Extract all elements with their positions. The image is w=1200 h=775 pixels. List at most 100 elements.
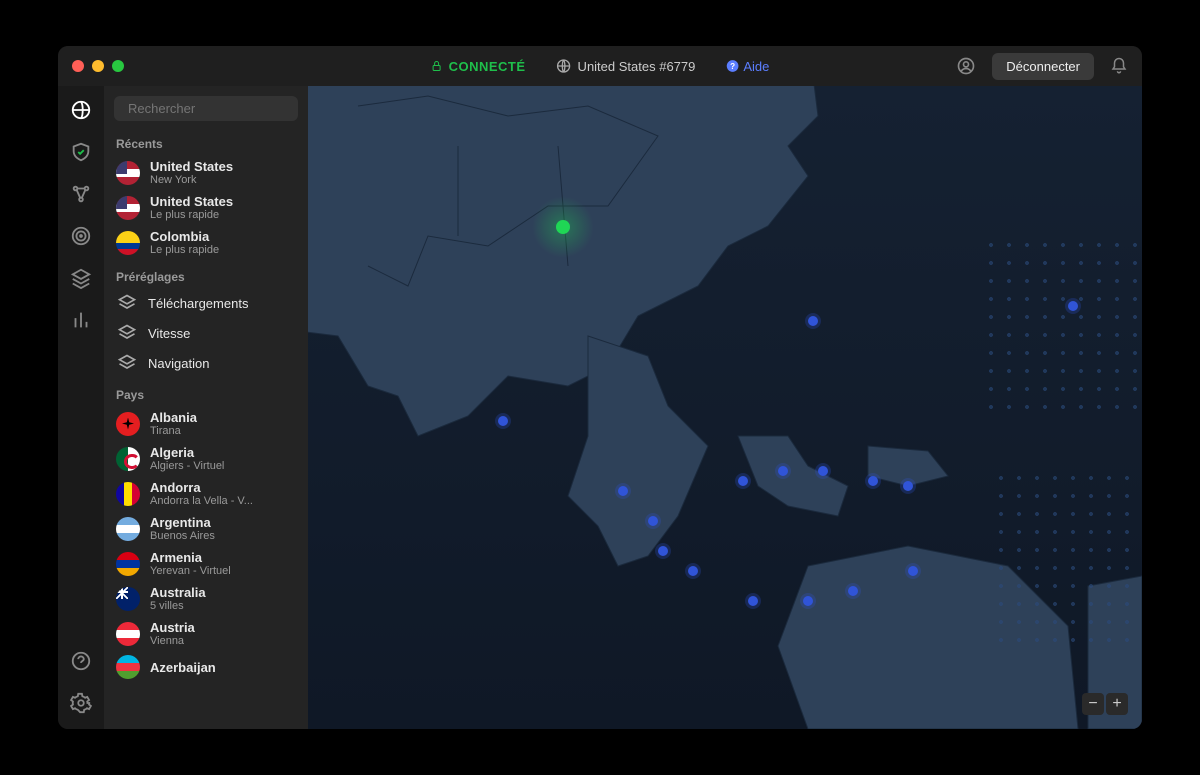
connection-status: CONNECTÉ bbox=[431, 59, 526, 74]
server-list[interactable]: Récents United StatesNew YorkUnited Stat… bbox=[104, 127, 308, 729]
server-title: United States bbox=[150, 159, 233, 174]
flag-icon bbox=[116, 412, 140, 436]
main-body: Récents United StatesNew YorkUnited Stat… bbox=[58, 86, 1142, 729]
layers-icon bbox=[116, 292, 138, 314]
minimize-icon[interactable] bbox=[92, 60, 104, 72]
server-title: United States bbox=[150, 194, 233, 209]
server-item[interactable]: Azerbaijan bbox=[110, 651, 304, 683]
titlebar-right: Déconnecter bbox=[956, 53, 1128, 80]
server-item[interactable]: AlgeriaAlgiers - Virtuel bbox=[110, 441, 304, 476]
svg-text:?: ? bbox=[730, 62, 735, 71]
preset-title: Téléchargements bbox=[148, 296, 248, 311]
server-text: United States #6779 bbox=[578, 59, 696, 74]
close-icon[interactable] bbox=[72, 60, 84, 72]
server-item[interactable]: ArmeniaYerevan - Virtuel bbox=[110, 546, 304, 581]
server-subtitle: Andorra la Vella - V... bbox=[150, 495, 253, 507]
server-subtitle: 5 villes bbox=[150, 600, 206, 612]
server-item[interactable]: AndorraAndorra la Vella - V... bbox=[110, 476, 304, 511]
app-window: CONNECTÉ United States #6779 ? Aide Déco… bbox=[58, 46, 1142, 729]
nav-rail bbox=[58, 86, 104, 729]
server-dot[interactable] bbox=[748, 596, 758, 606]
server-item[interactable]: AlbaniaTirana bbox=[110, 406, 304, 441]
disconnect-button[interactable]: Déconnecter bbox=[992, 53, 1094, 80]
section-countries: Pays bbox=[110, 378, 304, 406]
server-subtitle: Algiers - Virtuel bbox=[150, 460, 224, 472]
zoom-in-button[interactable]: + bbox=[1106, 693, 1128, 715]
server-subtitle: Le plus rapide bbox=[150, 209, 233, 221]
flag-icon bbox=[116, 552, 140, 576]
lock-icon bbox=[431, 60, 443, 72]
flag-icon bbox=[116, 196, 140, 220]
globe-icon bbox=[556, 58, 572, 74]
server-title: Australia bbox=[150, 585, 206, 600]
server-title: Azerbaijan bbox=[150, 660, 216, 675]
flag-icon bbox=[116, 587, 140, 611]
map-view[interactable]: − + bbox=[308, 86, 1142, 729]
titlebar: CONNECTÉ United States #6779 ? Aide Déco… bbox=[58, 46, 1142, 86]
search-input[interactable] bbox=[128, 101, 304, 116]
help-link[interactable]: ? Aide bbox=[725, 59, 769, 74]
server-item[interactable]: AustriaVienna bbox=[110, 616, 304, 651]
server-title: Colombia bbox=[150, 229, 219, 244]
zoom-out-button[interactable]: − bbox=[1082, 693, 1104, 715]
server-item[interactable]: Australia5 villes bbox=[110, 581, 304, 616]
help-icon: ? bbox=[725, 59, 739, 73]
server-title: Austria bbox=[150, 620, 195, 635]
search-box[interactable] bbox=[114, 96, 298, 121]
server-dot[interactable] bbox=[498, 416, 508, 426]
nav-shield-icon[interactable] bbox=[69, 140, 93, 164]
bell-icon[interactable] bbox=[1110, 57, 1128, 75]
server-dot[interactable] bbox=[868, 476, 878, 486]
flag-icon bbox=[116, 447, 140, 471]
server-item[interactable]: United StatesNew York bbox=[110, 155, 304, 190]
server-dot[interactable] bbox=[908, 566, 918, 576]
flag-icon bbox=[116, 482, 140, 506]
section-presets: Préréglages bbox=[110, 260, 304, 288]
fullscreen-icon[interactable] bbox=[112, 60, 124, 72]
profile-icon[interactable] bbox=[956, 56, 976, 76]
nav-settings-icon[interactable] bbox=[69, 691, 93, 715]
server-dot[interactable] bbox=[738, 476, 748, 486]
server-dot[interactable] bbox=[808, 316, 818, 326]
preset-item[interactable]: Vitesse bbox=[110, 318, 304, 348]
flag-icon bbox=[116, 161, 140, 185]
server-dot[interactable] bbox=[818, 466, 828, 476]
preset-title: Navigation bbox=[148, 356, 209, 371]
server-subtitle: Vienna bbox=[150, 635, 195, 647]
traffic-lights bbox=[72, 60, 124, 72]
server-item[interactable]: ArgentinaBuenos Aires bbox=[110, 511, 304, 546]
server-subtitle: Tirana bbox=[150, 425, 197, 437]
server-dot[interactable] bbox=[688, 566, 698, 576]
preset-item[interactable]: Navigation bbox=[110, 348, 304, 378]
flag-icon bbox=[116, 517, 140, 541]
server-dot[interactable] bbox=[1068, 301, 1078, 311]
server-item[interactable]: United StatesLe plus rapide bbox=[110, 190, 304, 225]
preset-title: Vitesse bbox=[148, 326, 190, 341]
nav-support-icon[interactable] bbox=[69, 649, 93, 673]
decor-dots bbox=[992, 469, 1142, 649]
nav-mesh-icon[interactable] bbox=[69, 182, 93, 206]
nav-layers-icon[interactable] bbox=[69, 266, 93, 290]
server-dot[interactable] bbox=[648, 516, 658, 526]
server-title: Algeria bbox=[150, 445, 224, 460]
server-title: Andorra bbox=[150, 480, 253, 495]
server-dot[interactable] bbox=[778, 466, 788, 476]
server-title: Armenia bbox=[150, 550, 231, 565]
server-dot[interactable] bbox=[658, 546, 668, 556]
nav-stats-icon[interactable] bbox=[69, 308, 93, 332]
server-dot[interactable] bbox=[848, 586, 858, 596]
server-subtitle: Yerevan - Virtuel bbox=[150, 565, 231, 577]
nav-target-icon[interactable] bbox=[69, 224, 93, 248]
server-dot[interactable] bbox=[618, 486, 628, 496]
section-recents: Récents bbox=[110, 127, 304, 155]
nav-globe-icon[interactable] bbox=[69, 98, 93, 122]
preset-item[interactable]: Téléchargements bbox=[110, 288, 304, 318]
server-dot[interactable] bbox=[803, 596, 813, 606]
server-dot[interactable] bbox=[903, 481, 913, 491]
connected-marker[interactable] bbox=[556, 220, 570, 234]
server-subtitle: Le plus rapide bbox=[150, 244, 219, 256]
server-indicator[interactable]: United States #6779 bbox=[556, 58, 696, 74]
layers-icon bbox=[116, 352, 138, 374]
sidebar: Récents United StatesNew YorkUnited Stat… bbox=[104, 86, 308, 729]
server-item[interactable]: ColombiaLe plus rapide bbox=[110, 225, 304, 260]
